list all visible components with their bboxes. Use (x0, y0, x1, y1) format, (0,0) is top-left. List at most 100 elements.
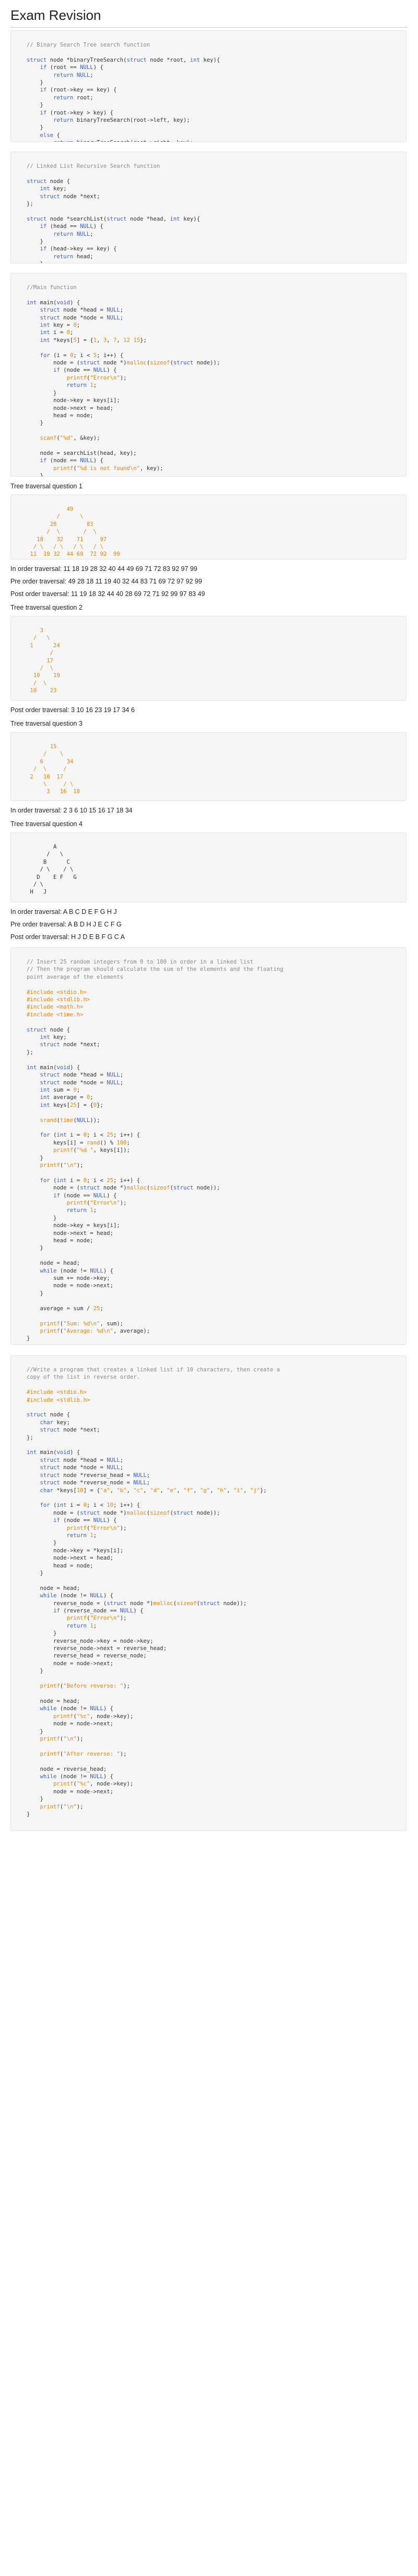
question-title: Tree traversal question 2 (10, 604, 83, 611)
tree-diagram-line: 1 24 (30, 642, 60, 649)
code-line: int keys[25] = {0}; (40, 1102, 103, 1108)
code-line: struct node *next; (40, 193, 100, 200)
tree-diagram-line: / \ / \ (47, 529, 97, 535)
code-line: printf("Sum: %d\n", sum); (40, 1320, 124, 1327)
code-line: average = sum / 25; (27, 1305, 103, 1312)
code-line: int i = 0; (40, 329, 74, 336)
code-line: struct node *searchList(struct node *hea… (27, 215, 200, 222)
traversal-answer: Post order traversal: 3 10 16 23 19 17 3… (10, 706, 135, 714)
code-line: node = searchList(head, key); (40, 450, 137, 456)
code-line: } (40, 1796, 43, 1803)
code-line: struct node *head = NULL; (40, 1457, 123, 1463)
code-line: int main(void) { (27, 1064, 80, 1071)
tree-diagram-line: / \ (40, 665, 54, 672)
code-line: } (40, 238, 43, 245)
code-line: struct node { (27, 1412, 70, 1418)
code-line: } (40, 473, 43, 477)
page-title: Exam Revision (10, 0, 408, 28)
code-line: //Main function (27, 284, 77, 291)
code-line: printf("Error\n"); (66, 1615, 127, 1622)
code-line: int main(void) { (27, 299, 80, 306)
code-line: return NULL; (53, 72, 94, 78)
code-line: srand(time(NULL)); (40, 1117, 100, 1124)
code-line: //Write a program that creates a linked … (27, 1367, 280, 1373)
question-title: Tree traversal question 4 (10, 820, 83, 828)
code-line: } (40, 1728, 43, 1735)
code-line: if (root->key > key) { (40, 109, 113, 116)
traversal-answer: In order traversal: 11 18 19 28 32 40 44… (10, 565, 198, 573)
code-line: } (27, 261, 43, 263)
code-line: else { (40, 132, 60, 139)
code-line: int key; (40, 1034, 67, 1041)
tree-diagram-1: 49 / \ 28 83 / \ / \ 18 32 71 97 / \ / \… (10, 495, 407, 559)
traversal-answer: Post order traversal: 11 19 18 32 44 40 … (10, 590, 205, 598)
code-line: if (root == NULL) { (40, 64, 103, 71)
code-line: // Binary Search Tree search function (27, 42, 150, 48)
code-line: }; (27, 201, 33, 208)
code-line: if (node == NULL) { (40, 457, 103, 464)
code-line: for (int i = 0; i < 25; i++) { (40, 1177, 140, 1184)
code-line: return binaryTreeSearch(root->right, key… (27, 140, 193, 142)
code-line: struct node { (27, 1026, 70, 1033)
code-line: #include <stdlib.h> (27, 997, 90, 1003)
code-line: keys[i] = rand() % 100; (27, 1139, 130, 1146)
code-line: int key; (40, 186, 67, 192)
code-line: } (40, 1154, 43, 1161)
code-block-linked-list-sum: // Insert 25 random integers from 0 to 1… (10, 947, 407, 1345)
code-line: printf("Error\n"); (66, 1200, 127, 1206)
code-line: sum += node->key; (53, 1275, 110, 1282)
code-line: printf("%c", node->key); (53, 1713, 134, 1720)
tree-diagram-line: / \ (33, 680, 47, 686)
tree-diagram-line: 2 10 17 (30, 773, 64, 780)
code-line: while (node != NULL) { (40, 1267, 113, 1274)
code-line: printf("Before reverse: "); (40, 1683, 130, 1690)
code-line: } (40, 1290, 43, 1297)
code-line: node->next = head; (53, 1230, 113, 1237)
tree-diagram-line: / (50, 650, 54, 657)
code-line: head = node; (53, 1238, 94, 1244)
tree-diagram-line: \ / \ (43, 781, 74, 788)
code-line: }; (27, 1049, 33, 1056)
tree-diagram-line: / \ / \ / \ / \ (33, 544, 103, 551)
tree-diagram-line: 6 34 (40, 758, 74, 765)
tree-diagram-line: 3 16 18 (47, 788, 80, 795)
code-line: if (root->key == key) { (40, 87, 117, 94)
code-line: #include <stdio.h> (27, 989, 87, 995)
tree-diagram-line: / \ / (33, 766, 67, 773)
code-line: node = node->next; (53, 1283, 113, 1289)
code-line: while (node != NULL) { (40, 1705, 113, 1712)
code-line: printf("Error\n"); (66, 1525, 127, 1531)
code-line: while (node != NULL) { (40, 1593, 113, 1599)
code-line: node->next = head; (53, 405, 113, 411)
code-line: node = node->next; (53, 1788, 113, 1795)
code-line: } (27, 1811, 30, 1817)
code-line: printf("\n"); (40, 1735, 84, 1742)
tree-diagram-4: A / \ B C / \ / \ D E F G / \ H J (10, 832, 407, 902)
code-line: } (53, 1215, 57, 1221)
code-line: } (40, 79, 43, 86)
code-line: int *keys[5] = {1, 3, 7, 12 15}; (40, 337, 147, 344)
code-line: printf("%d is not found\n", key); (53, 465, 164, 472)
code-line: struct node *reverse_node = NULL; (40, 1480, 150, 1486)
code-line: reverse_node->key = node->key; (53, 1638, 154, 1644)
code-line: printf("After reverse: "); (40, 1750, 127, 1757)
code-line: printf("\n"); (40, 1803, 84, 1810)
code-line: node = head; (40, 1698, 80, 1704)
code-line: int average = 0; (40, 1094, 94, 1101)
code-line: return head; (53, 253, 94, 260)
tree-diagram-line: A (53, 844, 57, 850)
tree-diagram-line: 10 19 (33, 672, 60, 679)
code-line: if (head->key == key) { (40, 246, 117, 253)
document: Exam Revision // Binary Search Tree sear… (10, 0, 408, 1831)
code-line: } (53, 1540, 57, 1547)
code-line: #include <stdlib.h> (27, 1396, 90, 1403)
code-line: printf("Average: %d\n", average); (40, 1327, 150, 1334)
code-line: for (int i = 0; i < 25; i++) { (40, 1132, 140, 1139)
code-line: struct node { (27, 178, 70, 185)
code-line: node = (struct node *)malloc(sizeof(stru… (27, 1185, 220, 1192)
code-line: // Insert 25 random integers from 0 to 1… (27, 959, 253, 965)
code-line: struct node *node = NULL; (40, 1464, 123, 1471)
code-line: node = head; (40, 1585, 80, 1592)
code-line: head = node; (53, 412, 94, 419)
code-line: // Linked List Recursive Search function (27, 163, 160, 169)
